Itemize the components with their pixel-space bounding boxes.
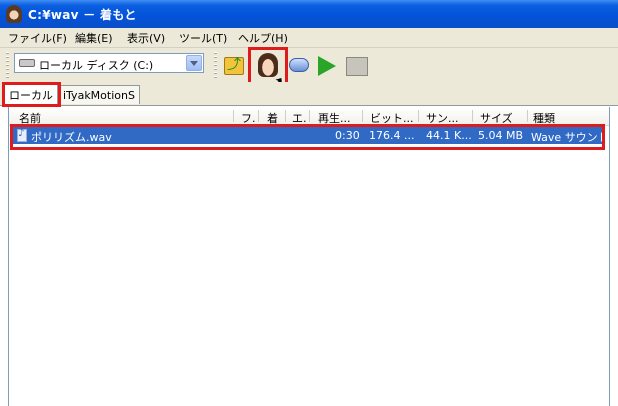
menu-bar: ファイル(F) 編集(E) 表示(V) ツール(T) ヘルプ(H) xyxy=(0,28,618,48)
play-icon[interactable] xyxy=(318,56,336,76)
tab-strip: ローカル iTyakMotionS xyxy=(0,82,618,106)
drive-icon xyxy=(19,59,35,67)
column-separator xyxy=(418,110,419,122)
column-separator xyxy=(527,110,528,122)
column-separator xyxy=(285,110,286,122)
menu-view[interactable]: 表示(V) xyxy=(127,30,165,46)
highlight-box xyxy=(2,82,61,107)
menu-file[interactable]: ファイル(F) xyxy=(8,30,67,46)
folder-up-icon[interactable] xyxy=(224,54,244,75)
column-separator xyxy=(309,110,310,122)
highlight-box xyxy=(10,124,605,150)
column-separator xyxy=(233,110,234,122)
column-separator xyxy=(258,110,259,122)
tab-ityakmotions[interactable]: iTyakMotionS xyxy=(58,85,140,104)
chevron-down-icon[interactable] xyxy=(186,55,202,71)
drive-label: ローカル ディスク (C:) xyxy=(39,59,154,72)
drive-select[interactable]: ローカル ディスク (C:) xyxy=(14,53,204,73)
toolbar: ローカル ディスク (C:) xyxy=(0,48,618,82)
stop-icon[interactable] xyxy=(346,57,368,76)
window-title: C:¥wav － 着もと xyxy=(28,8,137,22)
menu-tools[interactable]: ツール(T) xyxy=(179,30,227,46)
file-list[interactable]: 名前 フ. 着 エ. 再生... ビット... サン... サイズ 種類 ポリリ… xyxy=(8,107,610,406)
toolbar-grip[interactable] xyxy=(214,52,217,78)
column-separator xyxy=(362,110,363,122)
convert-icon[interactable] xyxy=(289,58,309,72)
menu-help[interactable]: ヘルプ(H) xyxy=(238,30,288,46)
title-bar: C:¥wav － 着もと xyxy=(0,0,618,28)
menu-edit[interactable]: 編集(E) xyxy=(75,30,113,46)
column-separator xyxy=(472,110,473,122)
face-icon[interactable] xyxy=(6,5,22,23)
toolbar-grip[interactable] xyxy=(6,52,9,78)
